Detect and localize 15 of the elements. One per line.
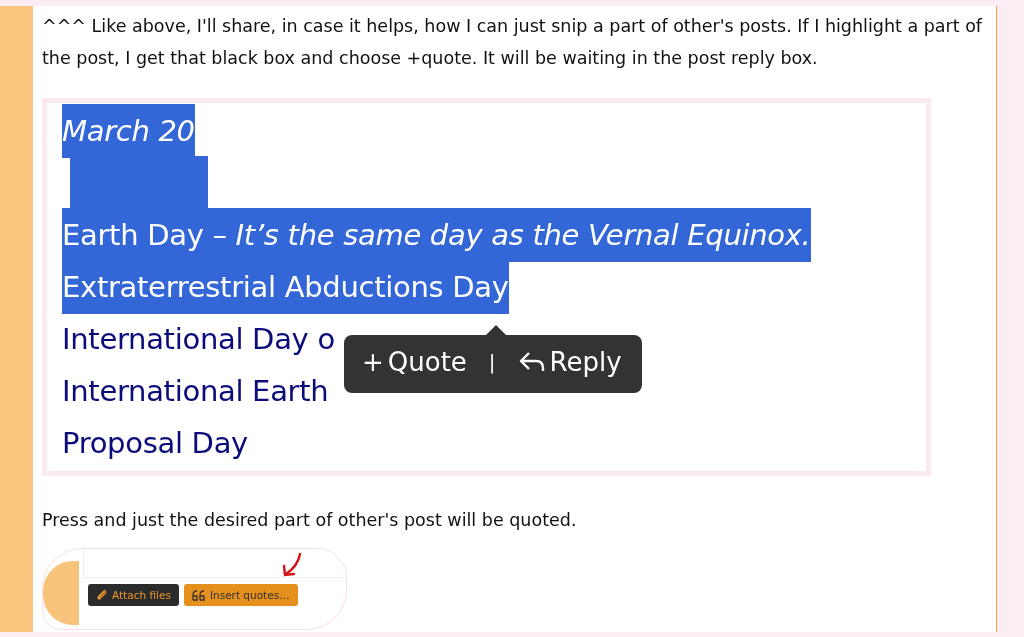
quoted-line: International Earth — [62, 373, 329, 410]
separator: | — [488, 350, 496, 374]
reply-arrow-icon — [517, 350, 546, 374]
paperclip-icon — [96, 589, 108, 601]
attach-files-button[interactable]: Attach files — [88, 584, 179, 606]
insert-quotes-button[interactable]: Insert quotes… — [183, 584, 298, 606]
post-paragraph: ^^^ Like above, I'll share, in case it helps, how I can just snip a part of other's posts. If I highlight a part of the post, I get that black box and choose +quote. It will be waiting in the post reply box. — [42, 15, 984, 70]
plus-icon: + — [362, 347, 384, 377]
reply-button[interactable]: Reply — [517, 347, 622, 377]
quoted-line: International Day o — [62, 321, 335, 358]
accent-bar — [43, 561, 79, 625]
quote-button[interactable]: +Quote — [362, 347, 467, 377]
quoted-line: Proposal Day — [62, 425, 248, 462]
quote-marks-icon — [191, 589, 206, 601]
post-paragraph: Press and just the desired part of other's post will be quoted. — [42, 509, 578, 532]
